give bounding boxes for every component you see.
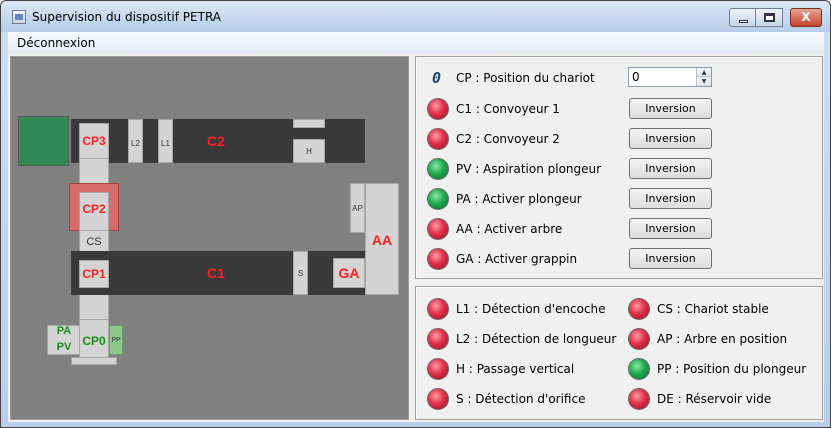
app-icon	[12, 10, 26, 24]
led-pp-icon	[628, 358, 650, 380]
led-pv-icon	[427, 158, 449, 180]
menu-item-deconnexion[interactable]: Déconnexion	[17, 36, 95, 50]
actuator-row-pv: PV : Aspiration plongeur Inversion	[416, 157, 824, 181]
led-c2-icon	[427, 128, 449, 150]
maximize-icon	[764, 13, 775, 22]
led-s-icon	[427, 388, 449, 410]
actuator-panel: 0 CP : Position du chariot 0 ▲ ▼ C1 : Co…	[415, 56, 823, 279]
label-c1-actuator: C1 : Convoyeur 1	[456, 102, 560, 116]
label-l2-sensor: L2 : Détection de longueur	[456, 332, 617, 346]
label-s: S	[297, 269, 304, 278]
inversion-button-aa[interactable]: Inversion	[629, 218, 712, 239]
inversion-button-c2[interactable]: Inversion	[629, 128, 712, 149]
process-schematic: C2 L2 L1 H CP3 CP2 CS CP1 C1 S AA AP GA …	[10, 56, 409, 420]
close-button[interactable]: X	[790, 8, 822, 27]
label-l1: L1	[161, 139, 170, 148]
reservoir-block	[18, 116, 69, 166]
inversion-button-c1[interactable]: Inversion	[629, 98, 712, 119]
label-de-sensor: DE : Réservoir vide	[657, 392, 772, 406]
inversion-button-pa[interactable]: Inversion	[629, 188, 712, 209]
label-aa: AA	[371, 232, 393, 248]
position-spinbox[interactable]: 0 ▲ ▼	[628, 67, 712, 87]
sensor-row-de: DE : Réservoir vide	[628, 387, 824, 411]
led-h-icon	[427, 358, 449, 380]
led-c1-icon	[427, 98, 449, 120]
label-cs-sensor: CS : Chariot stable	[657, 302, 769, 316]
label-ap-sensor: AP : Arbre en position	[657, 332, 788, 346]
sensor-row-pp: PP : Position du plongeur	[628, 357, 824, 381]
position-digit: 0	[432, 69, 442, 87]
label-pa-actuator: PA : Activer plongeur	[456, 192, 582, 206]
sensor-row-s: S : Détection d'orifice	[416, 387, 616, 411]
label-c2-actuator: C2 : Convoyeur 2	[456, 132, 560, 146]
title-bar[interactable]: Supervision du dispositif PETRA X	[1, 1, 830, 32]
sensor-panel: L1 : Détection d'encoche L2 : Détection …	[415, 286, 823, 420]
label-pp-sensor: PP : Position du plongeur	[657, 362, 807, 376]
label-aa-actuator: AA : Activer arbre	[456, 222, 563, 236]
label-l1-sensor: L1 : Détection d'encoche	[456, 302, 606, 316]
spin-down-icon[interactable]: ▼	[697, 77, 711, 86]
led-aa-icon	[427, 218, 449, 240]
label-pp: PP	[111, 337, 121, 344]
sensor-row-h: H : Passage vertical	[416, 357, 616, 381]
led-ga-icon	[427, 248, 449, 270]
sensor-row-l1: L1 : Détection d'encoche	[416, 297, 616, 321]
led-de-icon	[628, 388, 650, 410]
spin-up-icon[interactable]: ▲	[697, 68, 711, 77]
label-l2: L2	[131, 139, 140, 148]
led-pa-icon	[427, 188, 449, 210]
inversion-button-pv[interactable]: Inversion	[629, 158, 712, 179]
label-ap: AP	[352, 204, 363, 213]
actuator-row-c1: C1 : Convoyeur 1 Inversion	[416, 97, 824, 121]
maximize-button[interactable]	[756, 8, 783, 27]
window-title: Supervision du dispositif PETRA	[32, 10, 222, 24]
led-cs-icon	[628, 298, 650, 320]
main-window: Supervision du dispositif PETRA X Déconn…	[0, 0, 831, 428]
position-label: CP : Position du chariot	[456, 71, 595, 85]
actuator-row-c2: C2 : Convoyeur 2 Inversion	[416, 127, 824, 151]
label-c1: C1	[207, 265, 225, 281]
label-s-sensor: S : Détection d'orifice	[456, 392, 586, 406]
cp0-base	[71, 357, 117, 365]
label-cp1: CP1	[82, 267, 106, 281]
label-cp0: CP0	[82, 334, 106, 348]
minimize-button[interactable]	[729, 8, 756, 27]
close-icon: X	[801, 10, 811, 24]
label-h: H	[306, 147, 312, 156]
label-cs: CS	[86, 236, 102, 248]
actuator-row-ga: GA : Activer grappin Inversion	[416, 247, 824, 271]
label-ga: GA	[338, 265, 360, 281]
inversion-button-ga[interactable]: Inversion	[629, 248, 712, 269]
client-area: Déconnexion C2 L2 L1 H CP3 CP2 CS CP1 C1…	[8, 32, 824, 422]
label-c2: C2	[207, 133, 225, 149]
label-cp2: CP2	[82, 202, 106, 216]
sensor-row-ap: AP : Arbre en position	[628, 327, 824, 351]
position-spinbox-value: 0	[632, 70, 640, 84]
sensor-row-cs: CS : Chariot stable	[628, 297, 824, 321]
label-pv: PV	[56, 341, 72, 353]
label-ga-actuator: GA : Activer grappin	[456, 252, 578, 266]
actuator-row-aa: AA : Activer arbre Inversion	[416, 217, 824, 241]
led-ap-icon	[628, 328, 650, 350]
led-l1-icon	[427, 298, 449, 320]
actuator-row-pa: PA : Activer plongeur Inversion	[416, 187, 824, 211]
menu-bar: Déconnexion	[8, 32, 824, 54]
label-pv-actuator: PV : Aspiration plongeur	[456, 162, 602, 176]
label-cp3: CP3	[82, 134, 106, 148]
label-pa: PA	[56, 325, 72, 337]
led-l2-icon	[427, 328, 449, 350]
label-h-sensor: H : Passage vertical	[456, 362, 575, 376]
minimize-icon	[739, 20, 748, 23]
sensor-h-top	[293, 119, 325, 128]
sensor-row-l2: L2 : Détection de longueur	[416, 327, 616, 351]
